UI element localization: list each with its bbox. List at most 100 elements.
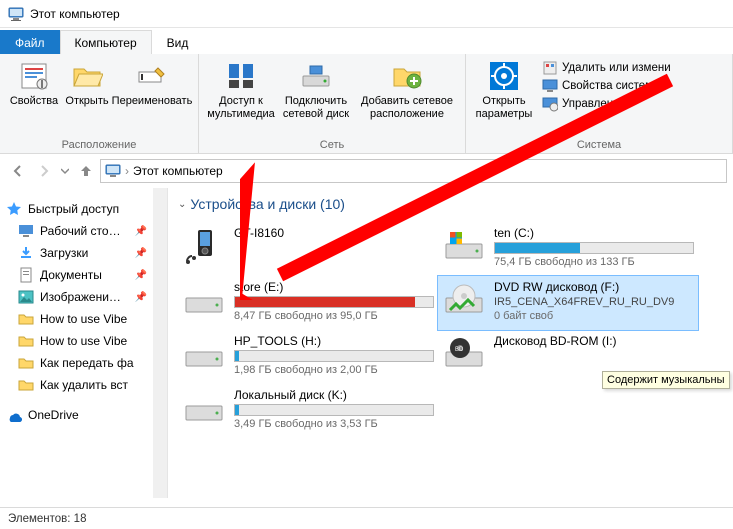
back-icon	[10, 163, 26, 179]
media-access-button[interactable]: Доступ к мультимедиа	[205, 58, 277, 122]
rename-button[interactable]: Переименовать	[112, 58, 192, 110]
navigation-bar: › Этот компьютер	[0, 154, 733, 188]
folder-icon	[18, 333, 34, 349]
media-icon	[225, 60, 257, 92]
group-label-system: Система	[472, 137, 726, 151]
properties-button[interactable]: Свойства	[6, 58, 62, 110]
back-button[interactable]	[6, 159, 30, 183]
group-label-location: Расположение	[6, 137, 192, 151]
sidebar-item-desktop[interactable]: Рабочий сто…📌	[0, 220, 167, 242]
star-icon	[6, 201, 22, 217]
forward-icon	[36, 163, 52, 179]
onedrive-root[interactable]: OneDrive	[0, 404, 167, 426]
downloads-icon	[18, 245, 34, 261]
open-icon	[71, 60, 103, 92]
status-items: Элементов: 18	[8, 513, 86, 525]
add-network-location-button[interactable]: Добавить сетевое расположение	[355, 58, 459, 122]
title-bar: Этот компьютер	[0, 0, 733, 28]
drive-name: store (E:)	[234, 280, 434, 294]
address-bar[interactable]: › Этот компьютер	[100, 159, 727, 183]
open-settings-button[interactable]: Открыть параметры	[472, 58, 536, 122]
sidebar-item-folder[interactable]: Как удалить вст	[0, 374, 167, 396]
up-button[interactable]	[74, 159, 98, 183]
computer-icon	[105, 163, 121, 179]
folder-icon	[18, 355, 34, 371]
folder-icon	[18, 377, 34, 393]
forward-button[interactable]	[32, 159, 56, 183]
onedrive-icon	[6, 407, 22, 423]
chevron-down-icon: ⌄	[178, 199, 186, 210]
up-icon	[78, 163, 94, 179]
pin-icon: 📌	[135, 226, 147, 237]
pin-icon: 📌	[135, 270, 147, 281]
ribbon-group-system: Открыть параметры Удалить или измени Сво…	[466, 54, 733, 153]
drive-name: DVD RW дисковод (F:)	[494, 280, 694, 294]
drive-item[interactable]: GT-I8160	[178, 222, 438, 276]
sidebar-item-folder[interactable]: Как передать фа	[0, 352, 167, 374]
drive-sub: 0 байт своб	[494, 310, 694, 322]
system-list: Удалить или измени Свойства системы Упра…	[542, 60, 671, 112]
add-network-icon	[391, 60, 423, 92]
group-label-network: Сеть	[205, 137, 459, 151]
drive-sub: 3,49 ГБ свободно из 3,53 ГБ	[234, 418, 434, 430]
manage-button[interactable]: Управление	[542, 96, 671, 112]
dvd-icon	[442, 280, 486, 320]
content-area: ⌄ Устройства и диски (10) GT-I8160 ten (…	[168, 188, 733, 498]
sidebar-item-downloads[interactable]: Загрузки📌	[0, 242, 167, 264]
drive-icon	[182, 280, 226, 320]
recent-button[interactable]	[58, 159, 72, 183]
quick-access-root[interactable]: Быстрый доступ	[0, 198, 167, 220]
status-bar: Элементов: 18	[0, 507, 733, 529]
map-drive-icon	[300, 60, 332, 92]
rename-icon	[136, 60, 168, 92]
window-title: Этот компьютер	[30, 7, 120, 21]
drive-sub: 75,4 ГБ свободно из 133 ГБ	[494, 256, 694, 268]
section-devices-drives[interactable]: ⌄ Устройства и диски (10)	[178, 196, 729, 212]
drive-sub: 8,47 ГБ свободно из 95,0 ГБ	[234, 310, 434, 322]
drives-grid: GT-I8160 ten (C:)75,4 ГБ свободно из 133…	[178, 222, 729, 438]
uninstall-icon	[542, 60, 558, 76]
drive-item[interactable]: HP_TOOLS (H:)1,98 ГБ свободно из 2,00 ГБ	[178, 330, 438, 384]
drive-icon	[442, 226, 486, 266]
capacity-bar	[494, 242, 694, 254]
computer-icon	[8, 6, 24, 22]
tab-computer[interactable]: Компьютер	[60, 30, 152, 54]
sidebar-item-pictures[interactable]: Изображени…📌	[0, 286, 167, 308]
capacity-bar	[234, 404, 434, 416]
address-text: Этот компьютер	[133, 164, 223, 178]
drive-label: IR5_CENA_X64FREV_RU_RU_DV9	[494, 296, 694, 308]
system-properties-button[interactable]: Свойства системы	[542, 78, 671, 94]
pin-icon: 📌	[135, 292, 147, 303]
drive-item[interactable]: Локальный диск (K:)3,49 ГБ свободно из 3…	[178, 384, 438, 438]
capacity-bar	[234, 296, 434, 308]
sidebar-item-folder[interactable]: How to use Vibe	[0, 330, 167, 352]
drive-item[interactable]: store (E:) 8,47 ГБ свободно из 95,0 ГБ	[178, 276, 438, 330]
drive-item[interactable]: DVD RW дисковод (F:) IR5_CENA_X64FREV_RU…	[438, 276, 698, 330]
drive-item[interactable]: ten (C:)75,4 ГБ свободно из 133 ГБ	[438, 222, 698, 276]
device-icon	[182, 226, 226, 266]
documents-icon	[18, 267, 34, 283]
drive-name: GT-I8160	[234, 226, 434, 240]
uninstall-programs-button[interactable]: Удалить или измени	[542, 60, 671, 76]
drive-name: Дисковод BD-ROM (I:)	[494, 334, 694, 348]
ribbon-tabs: Файл Компьютер Вид	[0, 28, 733, 54]
pin-icon: 📌	[135, 248, 147, 259]
capacity-bar	[234, 350, 434, 362]
folder-icon	[18, 311, 34, 327]
properties-icon	[18, 60, 50, 92]
tab-view[interactable]: Вид	[152, 30, 204, 54]
navigation-pane: Быстрый доступ Рабочий сто…📌 Загрузки📌 Д…	[0, 188, 168, 498]
drive-icon	[182, 388, 226, 428]
desktop-icon	[18, 223, 34, 239]
chevron-down-icon	[61, 167, 69, 175]
map-drive-button[interactable]: Подключить сетевой диск	[277, 58, 355, 122]
ribbon: Свойства Открыть Переименовать Расположе…	[0, 54, 733, 154]
drive-name: HP_TOOLS (H:)	[234, 334, 434, 348]
pictures-icon	[18, 289, 34, 305]
tab-file[interactable]: Файл	[0, 30, 60, 54]
sidebar-item-documents[interactable]: Документы📌	[0, 264, 167, 286]
tooltip: Содержит музыкальны	[602, 371, 730, 389]
sidebar-item-folder[interactable]: How to use Vibe	[0, 308, 167, 330]
open-button[interactable]: Открыть	[62, 58, 112, 110]
ribbon-group-network: Доступ к мультимедиа Подключить сетевой …	[199, 54, 466, 153]
